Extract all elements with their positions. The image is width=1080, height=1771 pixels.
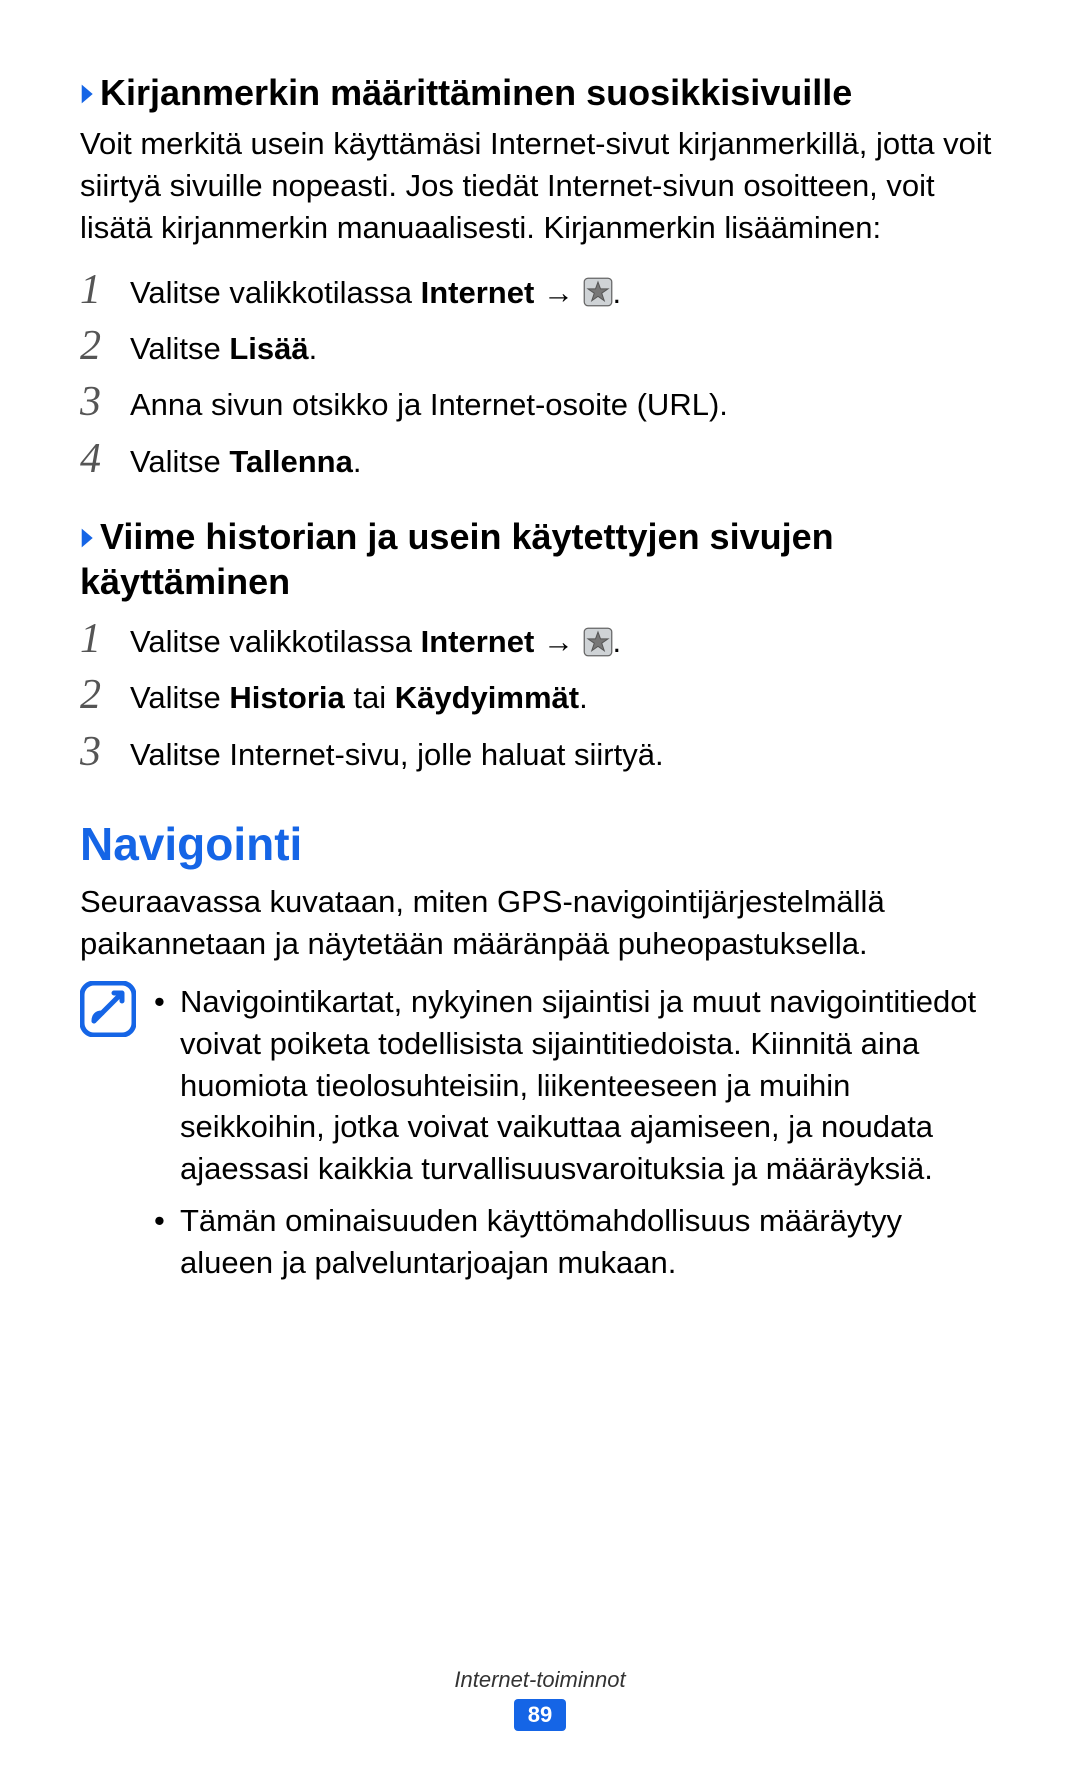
section-heading-history: Viime historian ja usein käytettyjen siv… [80, 514, 1000, 604]
page-number-badge: 89 [514, 1699, 566, 1731]
section-intro-bookmarks: Voit merkitä usein käyttämäsi Internet-s… [80, 123, 1000, 249]
section-heading-bookmarks: Kirjanmerkin määrittäminen suosikkisivui… [80, 70, 1000, 115]
section-intro-navigation: Seuraavassa kuvataan, miten GPS-navigoin… [80, 881, 1000, 965]
page-footer: Internet-toiminnot 89 [0, 1667, 1080, 1731]
note-text: Tämän ominaisuuden käyttömahdollisuus mä… [180, 1200, 1000, 1284]
document-page: Kirjanmerkin määrittäminen suosikkisivui… [0, 0, 1080, 1294]
step-number: 4 [80, 434, 130, 484]
step-item: 3 Valitse Internet-sivu, jolle haluat si… [80, 727, 1000, 777]
step-item: 2 Valitse Lisää. [80, 321, 1000, 371]
step-number: 2 [80, 321, 130, 371]
footer-category: Internet-toiminnot [0, 1667, 1080, 1693]
bullet: • [154, 1200, 180, 1284]
steps-history: 1 Valitse valikkotilassa Internet → . 2 … [80, 614, 1000, 777]
step-text: Valitse valikkotilassa Internet → . [130, 271, 621, 314]
step-text: Anna sivun otsikko ja Internet-osoite (U… [130, 383, 728, 426]
note-icon [80, 981, 136, 1037]
bullet: • [154, 981, 180, 1190]
star-icon [583, 277, 613, 307]
step-text: Valitse Tallenna. [130, 440, 361, 483]
step-item: 3 Anna sivun otsikko ja Internet-osoite … [80, 377, 1000, 427]
step-item: 4 Valitse Tallenna. [80, 434, 1000, 484]
star-icon [583, 627, 613, 657]
step-text: Valitse Historia tai Käydyimmät. [130, 676, 588, 719]
steps-bookmarks: 1 Valitse valikkotilassa Internet → . 2 … [80, 265, 1000, 485]
chevron-right-icon [80, 70, 100, 115]
step-number: 1 [80, 265, 130, 315]
step-text: Valitse Internet-sivu, jolle haluat siir… [130, 733, 664, 776]
step-item: 1 Valitse valikkotilassa Internet → . [80, 265, 1000, 315]
note-text: Navigointikartat, nykyinen sijaintisi ja… [180, 981, 1000, 1190]
step-number: 3 [80, 377, 130, 427]
step-number: 2 [80, 670, 130, 720]
step-number: 1 [80, 614, 130, 664]
chevron-right-icon [80, 514, 100, 559]
step-item: 1 Valitse valikkotilassa Internet → . [80, 614, 1000, 664]
step-text: Valitse valikkotilassa Internet → . [130, 620, 621, 663]
step-text: Valitse Lisää. [130, 327, 317, 370]
step-number: 3 [80, 727, 130, 777]
note-block: • Navigointikartat, nykyinen sijaintisi … [80, 981, 1000, 1294]
note-item: • Navigointikartat, nykyinen sijaintisi … [154, 981, 1000, 1190]
note-list: • Navigointikartat, nykyinen sijaintisi … [154, 981, 1000, 1294]
note-item: • Tämän ominaisuuden käyttömahdollisuus … [154, 1200, 1000, 1284]
step-item: 2 Valitse Historia tai Käydyimmät. [80, 670, 1000, 720]
main-heading-navigation: Navigointi [80, 817, 1000, 871]
